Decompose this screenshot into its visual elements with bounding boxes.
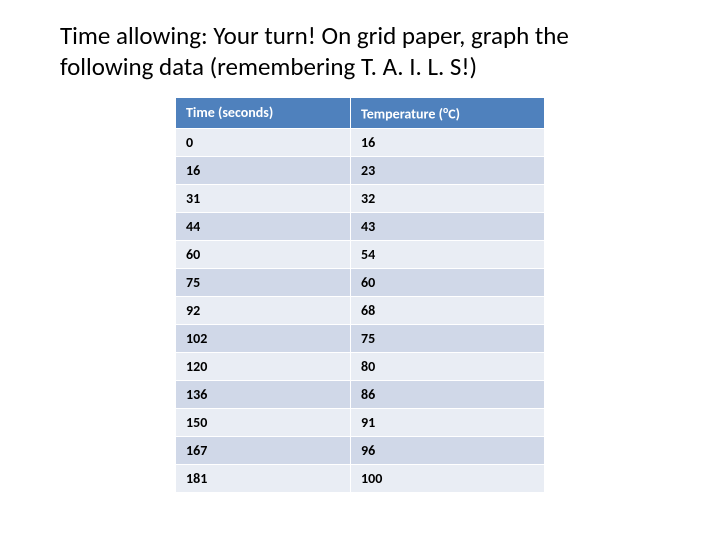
table-row: 16796 [176, 437, 545, 465]
table-row: 6054 [176, 241, 545, 269]
table-row: 7560 [176, 269, 545, 297]
cell-time: 167 [176, 437, 351, 465]
temp-header-prefix: Temperature ( [361, 105, 443, 122]
table-container: Time (seconds) Temperature (oC) 01616233… [60, 97, 660, 494]
cell-time: 150 [176, 409, 351, 437]
cell-time: 60 [176, 241, 351, 269]
table-row: 13686 [176, 381, 545, 409]
cell-time: 16 [176, 157, 351, 185]
cell-temperature: 32 [351, 185, 545, 213]
slide-heading: Time allowing: Your turn! On grid paper,… [60, 20, 660, 83]
table-row: 181100 [176, 465, 545, 493]
cell-time: 136 [176, 381, 351, 409]
col-header-temperature: Temperature (oC) [351, 97, 545, 129]
data-table: Time (seconds) Temperature (oC) 01616233… [175, 97, 545, 494]
col-header-time: Time (seconds) [176, 97, 351, 129]
cell-time: 75 [176, 269, 351, 297]
cell-temperature: 54 [351, 241, 545, 269]
cell-time: 120 [176, 353, 351, 381]
cell-temperature: 100 [351, 465, 545, 493]
table-row: 4443 [176, 213, 545, 241]
table-header-row: Time (seconds) Temperature (oC) [176, 97, 545, 129]
cell-time: 0 [176, 129, 351, 157]
table-row: 016 [176, 129, 545, 157]
cell-time: 31 [176, 185, 351, 213]
table-row: 12080 [176, 353, 545, 381]
cell-temperature: 75 [351, 325, 545, 353]
cell-temperature: 91 [351, 409, 545, 437]
cell-time: 181 [176, 465, 351, 493]
cell-temperature: 43 [351, 213, 545, 241]
cell-temperature: 23 [351, 157, 545, 185]
cell-temperature: 16 [351, 129, 545, 157]
cell-temperature: 86 [351, 381, 545, 409]
cell-temperature: 60 [351, 269, 545, 297]
table-row: 10275 [176, 325, 545, 353]
temp-header-suffix: C) [448, 105, 460, 122]
table-row: 15091 [176, 409, 545, 437]
cell-time: 92 [176, 297, 351, 325]
table-row: 9268 [176, 297, 545, 325]
cell-temperature: 96 [351, 437, 545, 465]
cell-temperature: 68 [351, 297, 545, 325]
cell-time: 44 [176, 213, 351, 241]
cell-temperature: 80 [351, 353, 545, 381]
table-body: 0161623313244436054756092681027512080136… [176, 129, 545, 493]
cell-time: 102 [176, 325, 351, 353]
table-row: 1623 [176, 157, 545, 185]
table-row: 3132 [176, 185, 545, 213]
